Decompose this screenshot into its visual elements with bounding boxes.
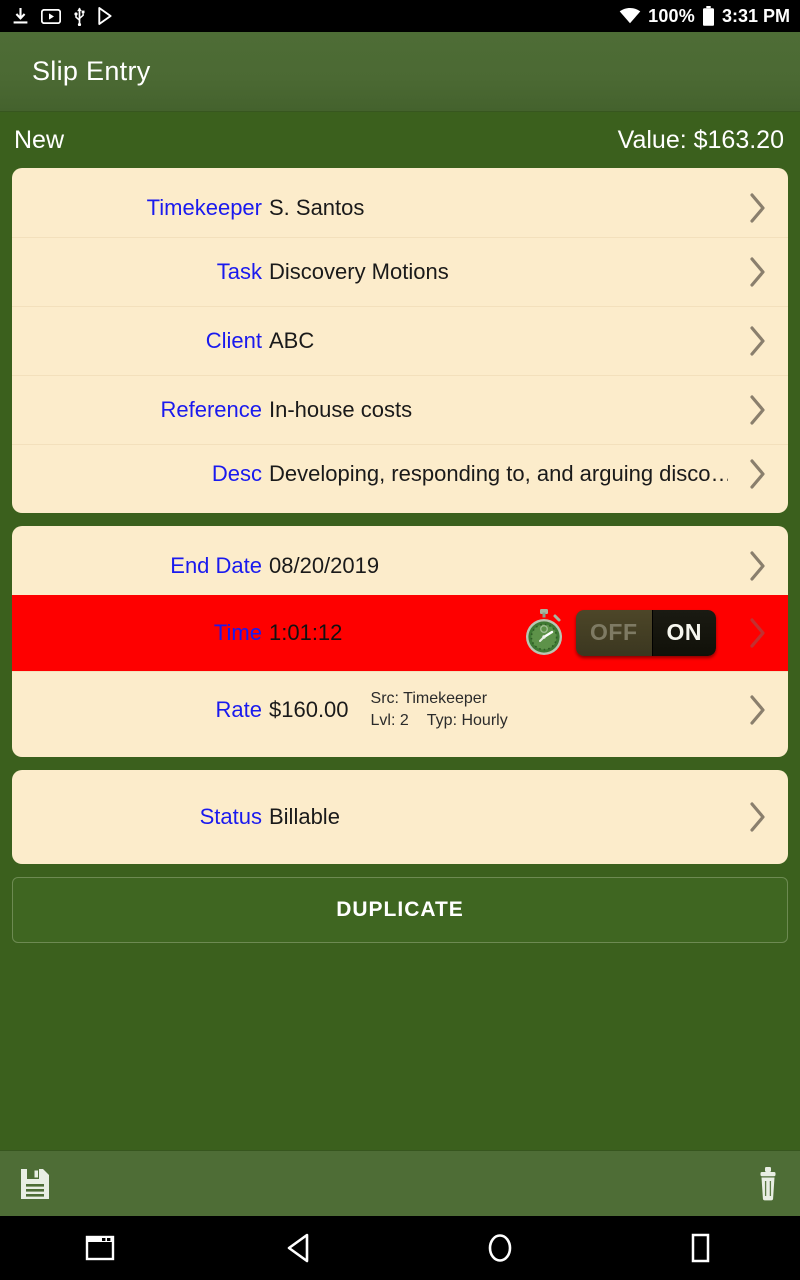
field-row-status[interactable]: Status Billable <box>12 783 788 852</box>
field-row-timekeeper[interactable]: Timekeeper S. Santos <box>12 168 788 237</box>
status-bar-left-icons <box>12 7 114 26</box>
status-label: Status <box>199 804 262 829</box>
end-date-value: 08/20/2019 <box>269 552 380 578</box>
time-value: 1:01:12 <box>269 620 343 645</box>
client-value: ABC <box>269 328 315 353</box>
rate-source: Src: Timekeeper <box>370 689 488 707</box>
slip-state-label: New <box>14 125 65 154</box>
end-date-label: End Date <box>170 552 262 578</box>
play-store-icon <box>98 7 114 25</box>
rate-value: $160.00 <box>269 696 349 722</box>
back-icon[interactable] <box>200 1232 400 1264</box>
chevron-right-icon[interactable] <box>728 256 788 288</box>
bottom-action-bar <box>0 1150 800 1216</box>
timer-toggle-off[interactable]: OFF <box>576 610 652 656</box>
card-time-and-rate: End Date 08/20/2019 Time 1:01:12 OFF ON … <box>12 526 788 757</box>
reference-label: Reference <box>160 397 262 422</box>
field-row-rate[interactable]: Rate $160.00 Src: Timekeeper Lvl: 2 Typ:… <box>12 671 788 757</box>
field-row-desc[interactable]: Desc Developing, responding to, and argu… <box>12 444 788 513</box>
field-row-reference[interactable]: Reference In-house costs <box>12 375 788 444</box>
chevron-right-icon[interactable] <box>728 550 788 582</box>
chevron-right-icon[interactable] <box>728 325 788 357</box>
recents-window-icon[interactable] <box>0 1233 200 1263</box>
battery-percent-label: 100% <box>648 6 695 26</box>
download-icon <box>12 7 29 25</box>
battery-full-icon <box>702 6 715 26</box>
duplicate-button[interactable]: DUPLICATE <box>12 877 788 943</box>
form-content: Timekeeper S. Santos Task Discovery Moti… <box>0 168 800 1150</box>
task-label: Task <box>216 259 262 284</box>
chevron-right-icon[interactable] <box>728 192 788 224</box>
chevron-right-icon[interactable] <box>728 801 788 833</box>
save-icon[interactable] <box>20 1168 50 1200</box>
android-nav-bar <box>0 1216 800 1280</box>
android-status-bar: 100% 3:31 PM <box>0 0 800 32</box>
overview-icon[interactable] <box>600 1232 800 1264</box>
timekeeper-label: Timekeeper <box>146 194 262 220</box>
video-icon <box>41 8 61 24</box>
page-title: Slip Entry <box>32 56 151 86</box>
app-root: 100% 3:31 PM Slip Entry New Value: $163.… <box>0 0 800 1280</box>
card-status: Status Billable <box>12 770 788 864</box>
card-slip-details: Timekeeper S. Santos Task Discovery Moti… <box>12 168 788 513</box>
field-row-task[interactable]: Task Discovery Motions <box>12 237 788 306</box>
rate-meta: Src: Timekeeper Lvl: 2 Typ: Hourly <box>349 688 728 731</box>
slip-value-label: Value: $163.20 <box>617 125 784 154</box>
chevron-right-icon[interactable] <box>728 394 788 426</box>
field-row-end-date[interactable]: End Date 08/20/2019 <box>12 526 788 595</box>
usb-icon <box>73 7 86 26</box>
chevron-right-icon[interactable] <box>728 617 788 649</box>
rate-label: Rate <box>215 696 262 722</box>
desc-value: Developing, responding to, and arguing d… <box>269 461 728 486</box>
rate-level: Lvl: 2 <box>370 711 409 729</box>
field-row-time[interactable]: Time 1:01:12 OFF ON <box>12 595 788 671</box>
rate-type: Typ: Hourly <box>426 711 508 729</box>
status-bar-right-cluster: 100% 3:31 PM <box>619 6 790 26</box>
slip-summary-header: New Value: $163.20 <box>0 112 800 168</box>
chevron-right-icon[interactable] <box>728 694 788 726</box>
time-label: Time <box>213 620 262 645</box>
app-bar: Slip Entry <box>0 32 800 112</box>
rate-meta-line2: Lvl: 2 Typ: Hourly <box>371 710 728 732</box>
desc-label: Desc <box>211 461 262 486</box>
task-value: Discovery Motions <box>269 259 449 284</box>
timer-toggle-on[interactable]: ON <box>651 610 716 656</box>
home-icon[interactable] <box>400 1232 600 1264</box>
chevron-right-icon[interactable] <box>728 458 788 490</box>
status-bar-clock: 3:31 PM <box>721 6 790 26</box>
reference-value: In-house costs <box>269 397 413 422</box>
client-label: Client <box>205 328 262 353</box>
field-row-client[interactable]: Client ABC <box>12 306 788 375</box>
wifi-icon <box>619 8 641 24</box>
stopwatch-icon[interactable] <box>522 609 566 657</box>
timekeeper-value: S. Santos <box>269 194 365 220</box>
timer-toggle[interactable]: OFF ON <box>576 610 716 656</box>
trash-icon[interactable] <box>756 1166 780 1201</box>
status-value: Billable <box>269 804 340 829</box>
